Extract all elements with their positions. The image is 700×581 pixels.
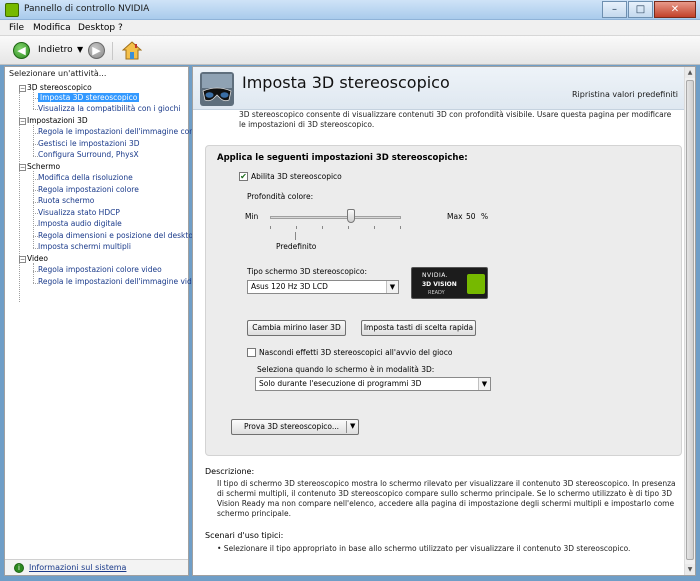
- back-label[interactable]: Indietro: [38, 45, 73, 55]
- window-controls: – □ ✕: [601, 1, 696, 18]
- page-intro-text: 3D stereoscopico consente di visualizzar…: [239, 110, 672, 129]
- title-bar: Pannello di controllo NVIDIA – □ ✕: [0, 0, 700, 20]
- tree-category-video[interactable]: − Video: [19, 254, 49, 265]
- scroll-thumb[interactable]: [686, 80, 694, 560]
- monitor-type-select[interactable]: Asus 120 Hz 3D LCD ▼: [247, 280, 399, 294]
- tree-category-label: Impostazioni 3D: [27, 116, 88, 125]
- menu-help[interactable]: ?: [118, 23, 123, 33]
- hide-effects-label[interactable]: Nascondi effetti 3D stereoscopici all'av…: [259, 348, 452, 357]
- minimize-button[interactable]: –: [602, 1, 627, 18]
- sidebar-item-immagine-video[interactable]: Regola le impostazioni dell'immagine vid…: [38, 277, 201, 288]
- sidebar-item-compatibilita-giochi[interactable]: Visualizza la compatibilità con i giochi: [38, 104, 180, 115]
- scroll-up-icon[interactable]: ▲: [685, 67, 695, 78]
- description-text: Il tipo di schermo 3D stereoscopico most…: [217, 479, 676, 518]
- logo-product: 3D VISION: [422, 281, 457, 288]
- window-title: Pannello di controllo NVIDIA: [24, 4, 150, 14]
- menu-file[interactable]: File: [9, 23, 24, 33]
- history-dropdown-icon[interactable]: ▼: [77, 45, 83, 54]
- sidebar-item-schermi-multipli[interactable]: Imposta schermi multipli: [38, 242, 131, 253]
- logo-brand: NVIDIA.: [422, 272, 449, 279]
- enable-stereo-label[interactable]: Abilita 3D stereoscopico: [251, 172, 342, 181]
- toolbar-separator: [112, 42, 113, 60]
- content-panel: Imposta 3D stereoscopico Ripristina valo…: [192, 66, 696, 576]
- menu-bar: File Modifica Desktop ?: [0, 20, 700, 36]
- task-navigation-panel: Selezionare un'attività... − 3D stereosc…: [4, 66, 206, 576]
- tree-category-display[interactable]: − Schermo: [19, 162, 61, 173]
- page-banner: Imposta 3D stereoscopico Ripristina valo…: [193, 67, 684, 110]
- nvidia-app-icon: [5, 3, 19, 17]
- forward-button[interactable]: ▶: [88, 42, 105, 59]
- nvidia-3d-vision-ready-logo: NVIDIA. 3D VISION READY: [411, 267, 488, 299]
- depth-value: 50: [466, 212, 476, 221]
- scenarios-heading: Scenari d'uso tipici:: [205, 531, 284, 540]
- system-info-icon: i: [14, 563, 24, 573]
- restore-defaults-link[interactable]: Ripristina valori predefiniti: [572, 90, 678, 99]
- sidebar-item-configura-surround-physx[interactable]: Configura Surround, PhysX: [38, 150, 139, 161]
- hide-effects-checkbox[interactable]: [247, 348, 256, 357]
- sidebar-item-dimensioni-posizione-desktop[interactable]: Regola dimensioni e posizione del deskto…: [38, 231, 198, 242]
- logo-ready: READY: [428, 290, 445, 296]
- depth-unit: %: [481, 212, 489, 221]
- tree-category-3d-settings[interactable]: − Impostazioni 3D: [19, 116, 88, 127]
- sidebar-item-regola-immagine-anteprima[interactable]: Regola le impostazioni dell'immagine con…: [38, 127, 206, 138]
- when-3d-select[interactable]: Solo durante l'esecuzione di programmi 3…: [255, 377, 491, 391]
- nvidia-eye-icon: [467, 274, 485, 294]
- default-marker: [295, 232, 296, 240]
- slider-min-label: Min: [245, 212, 259, 221]
- sidebar-item-gestisci-impostazioni-3d[interactable]: Gestisci le impostazioni 3D: [38, 139, 140, 150]
- sidebar-item-modifica-risoluzione[interactable]: Modifica della risoluzione: [38, 173, 133, 184]
- group-title: Applica le seguenti impostazioni 3D ster…: [217, 153, 468, 163]
- tree-category-label: Video: [27, 254, 49, 263]
- scroll-down-icon[interactable]: ▼: [685, 564, 695, 575]
- when-3d-label: Seleziona quando lo schermo è in modalit…: [257, 365, 435, 374]
- collapse-toggle-icon[interactable]: −: [19, 164, 26, 171]
- collapse-toggle-icon[interactable]: −: [19, 118, 26, 125]
- depth-label: Profondità colore:: [247, 192, 314, 201]
- task-panel-header: Selezionare un'attività...: [9, 69, 107, 78]
- sidebar-item-regola-colore[interactable]: Regola impostazioni colore: [38, 185, 139, 196]
- change-laser-sight-button[interactable]: Cambia mirino laser 3D: [247, 320, 346, 336]
- stereo-3d-glasses-icon: [200, 72, 234, 106]
- close-button[interactable]: ✕: [654, 1, 696, 18]
- collapse-toggle-icon[interactable]: −: [19, 256, 26, 263]
- page-title: Imposta 3D stereoscopico: [242, 73, 450, 92]
- default-label: Predefinito: [276, 242, 317, 251]
- system-info-link[interactable]: Informazioni sul sistema: [29, 563, 126, 572]
- maximize-button[interactable]: □: [628, 1, 653, 18]
- scenario-item: • Selezionare il tipo appropriato in bas…: [217, 544, 631, 553]
- monitor-type-label: Tipo schermo 3D stereoscopico:: [247, 267, 368, 276]
- stereo-settings-group: Applica le seguenti impostazioni 3D ster…: [205, 145, 682, 456]
- menu-desktop[interactable]: Desktop: [78, 23, 115, 33]
- content-scrollbar[interactable]: ▲ ▼: [684, 67, 695, 575]
- enable-stereo-checkbox[interactable]: ✔: [239, 172, 248, 181]
- tree-category-label: 3D stereoscopico: [27, 83, 92, 92]
- collapse-toggle-icon[interactable]: −: [19, 85, 26, 92]
- sidebar-footer: i Informazioni sul sistema: [5, 559, 188, 575]
- set-hotkeys-button[interactable]: Imposta tasti di scelta rapida: [361, 320, 476, 336]
- slider-max-label: Max: [447, 212, 463, 221]
- toolbar: ◀ Indietro ▼ ▶: [0, 36, 700, 65]
- back-button[interactable]: ◀: [13, 42, 30, 59]
- sidebar-item-colore-video[interactable]: Regola impostazioni colore video: [38, 265, 162, 276]
- depth-slider-track[interactable]: [270, 216, 401, 219]
- sidebar-item-label: Imposta 3D stereoscopico: [38, 93, 140, 102]
- description-heading: Descrizione:: [205, 467, 255, 476]
- when-3d-value: Solo durante l'esecuzione di programmi 3…: [259, 379, 422, 388]
- chevron-down-icon: ▼: [386, 281, 398, 293]
- sidebar-item-ruota-schermo[interactable]: Ruota schermo: [38, 196, 94, 207]
- chevron-down-icon: ▼: [478, 378, 490, 390]
- sidebar-item-stato-hdcp[interactable]: Visualizza stato HDCP: [38, 208, 120, 219]
- depth-slider-thumb[interactable]: [347, 209, 355, 223]
- home-icon[interactable]: [122, 41, 142, 60]
- monitor-type-value: Asus 120 Hz 3D LCD: [251, 282, 328, 291]
- menu-modifica[interactable]: Modifica: [33, 23, 71, 33]
- tree-category-label: Schermo: [27, 162, 61, 171]
- slider-ticks: [270, 226, 401, 230]
- sidebar-item-audio-digitale[interactable]: Imposta audio digitale: [38, 219, 122, 230]
- test-stereo-split-button[interactable]: Prova 3D stereoscopico... ▼: [231, 419, 359, 435]
- chevron-down-icon[interactable]: ▼: [350, 422, 355, 430]
- sidebar-item-imposta-3d-stereoscopico[interactable]: Imposta 3D stereoscopico: [38, 93, 140, 104]
- test-stereo-label[interactable]: Prova 3D stereoscopico...: [244, 422, 339, 431]
